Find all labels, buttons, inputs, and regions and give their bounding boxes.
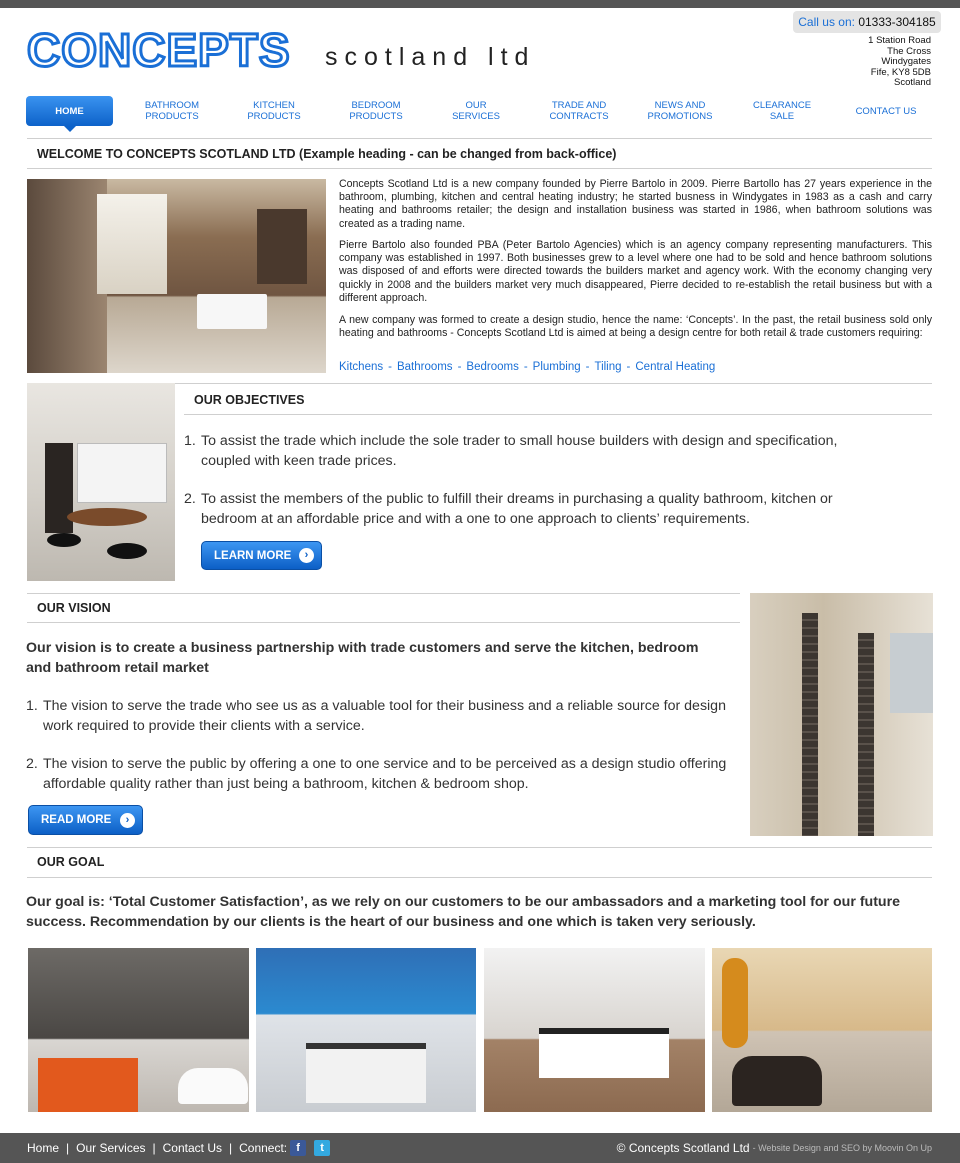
welcome-heading: WELCOME TO CONCEPTS SCOTLAND LTD (Exampl… (37, 147, 617, 161)
nav-contact-us[interactable]: CONTACT US (848, 96, 924, 126)
address-line: 1 Station Road (868, 35, 931, 46)
link-kitchens[interactable]: Kitchens (339, 361, 383, 373)
bathroom-photo (27, 179, 326, 373)
address-line: Windygates (881, 56, 931, 67)
divider (27, 622, 740, 623)
objectives-list: 1. To assist the trade which include the… (184, 433, 838, 527)
shower-photo (750, 593, 933, 836)
gallery-image-kitchen-white[interactable] (484, 948, 705, 1112)
link-bathrooms[interactable]: Bathrooms (397, 361, 453, 373)
link-tiling[interactable]: Tiling (594, 361, 621, 373)
nav-kitchen-products[interactable]: KITCHEN PRODUCTS (233, 96, 315, 126)
read-more-button[interactable]: READ MORE › (28, 805, 143, 835)
footer-link-home[interactable]: Home (27, 1141, 59, 1155)
welcome-paragraph: Concepts Scotland Ltd is a new company f… (339, 178, 932, 230)
footer-links: Home | Our Services | Contact Us | Conne… (27, 1133, 331, 1163)
gallery-image-bathroom[interactable] (28, 948, 249, 1112)
designer-credit[interactable]: - Website Design and SEO by Moovin On Up (753, 1143, 932, 1153)
nav-our-services[interactable]: OUR SERVICES (443, 96, 509, 126)
welcome-paragraph: Pierre Bartolo also founded PBA (Peter B… (339, 239, 932, 304)
vision-lead: Our vision is to create a business partn… (26, 640, 699, 676)
nav-home[interactable]: HOME (26, 96, 113, 132)
objectives-heading: OUR OBJECTIVES (194, 393, 305, 407)
phone-number[interactable]: 01333-304185 (858, 15, 935, 29)
kitchen-photo (27, 383, 175, 581)
vision-heading: OUR VISION (37, 601, 111, 615)
nav-clearance-sale[interactable]: CLEARANCE SALE (744, 96, 820, 126)
copyright-text: © Concepts Scotland Ltd (616, 1141, 750, 1155)
divider (27, 877, 932, 878)
call-us-label: Call us on: (798, 15, 855, 29)
footer-connect-label: Connect: (239, 1141, 288, 1155)
logo-wordmark: CONCEPTS (26, 24, 292, 76)
divider (184, 414, 932, 415)
address-block: 1 Station Road The Cross Windygates Fife… (868, 35, 931, 89)
link-bedrooms[interactable]: Bedrooms (466, 361, 518, 373)
top-bar (0, 0, 960, 8)
goal-heading: OUR GOAL (37, 855, 105, 869)
facebook-icon[interactable]: f (290, 1140, 307, 1156)
footer: Home | Our Services | Contact Us | Conne… (0, 1133, 960, 1163)
chevron-right-icon: › (299, 548, 314, 563)
main-nav: HOME BATHROOM PRODUCTS KITCHEN PRODUCTS … (26, 96, 934, 132)
footer-link-services[interactable]: Our Services (76, 1141, 145, 1155)
divider (27, 168, 932, 169)
divider (27, 847, 932, 848)
footer-credits: © Concepts Scotland Ltd - Website Design… (617, 1133, 932, 1163)
gallery-image-kitchen-blue[interactable] (256, 948, 476, 1112)
nav-bedroom-products[interactable]: BEDROOM PRODUCTS (335, 96, 417, 126)
call-us-box: Call us on: 01333-304185 (793, 11, 941, 33)
nav-bathroom-products[interactable]: BATHROOM PRODUCTS (131, 96, 213, 126)
welcome-paragraph: A new company was formed to create a des… (339, 314, 932, 340)
logo-subtitle: scotland ltd (325, 43, 536, 71)
service-links: Kitchens - Bathrooms - Bedrooms - Plumbing - Til… (339, 361, 716, 373)
twitter-icon[interactable]: t (314, 1140, 331, 1156)
nav-trade-contracts[interactable]: TRADE AND CONTRACTS (538, 96, 620, 126)
nav-news-promotions[interactable]: NEWS AND PROMOTIONS (638, 96, 722, 126)
chevron-right-icon: › (120, 812, 135, 828)
goal-lead: Our goal is: ‘Total Customer Satisfactio… (26, 894, 901, 930)
vision-list: 1. The vision to serve the trade who see… (26, 698, 727, 792)
learn-more-button[interactable]: LEARN MORE › (201, 541, 322, 570)
address-line: Scotland (894, 77, 931, 88)
divider (27, 138, 932, 139)
gallery-image-living-room[interactable] (712, 948, 932, 1112)
link-central-heating[interactable]: Central Heating (635, 361, 715, 373)
link-plumbing[interactable]: Plumbing (533, 361, 581, 373)
footer-link-contact[interactable]: Contact Us (163, 1141, 222, 1155)
divider (27, 593, 740, 594)
